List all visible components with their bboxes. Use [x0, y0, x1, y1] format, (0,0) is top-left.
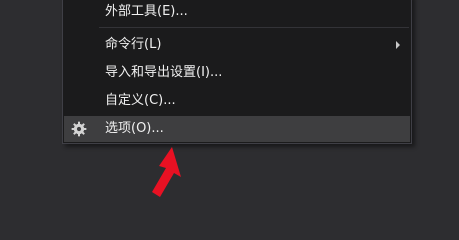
menu-item-import-export-settings[interactable]: 导入和导出设置(I)...: [64, 60, 410, 86]
ide-window-background: 外部工具(E)... 命令行(L) 导入和导出设置(I)... 自定义(C)..…: [0, 0, 459, 240]
tools-dropdown-menu: 外部工具(E)... 命令行(L) 导入和导出设置(I)... 自定义(C)..…: [62, 0, 412, 144]
menu-item-label: 自定义(C)...: [105, 93, 176, 108]
red-arrow-annotation-icon: [152, 147, 181, 197]
menu-item-external-tools[interactable]: 外部工具(E)...: [64, 0, 410, 25]
gear-icon: [71, 121, 87, 137]
menu-item-customize[interactable]: 自定义(C)...: [64, 88, 410, 114]
menu-item-options[interactable]: 选项(O)...: [64, 116, 410, 142]
menu-item-label: 选项(O)...: [105, 121, 164, 136]
menu-item-label: 导入和导出设置(I)...: [105, 65, 223, 80]
menu-item-label: 命令行(L): [105, 37, 162, 52]
menu-separator: [99, 27, 409, 28]
menu-item-command-line[interactable]: 命令行(L): [64, 32, 410, 58]
chevron-right-icon: [396, 41, 400, 49]
menu-item-label: 外部工具(E)...: [105, 4, 188, 19]
